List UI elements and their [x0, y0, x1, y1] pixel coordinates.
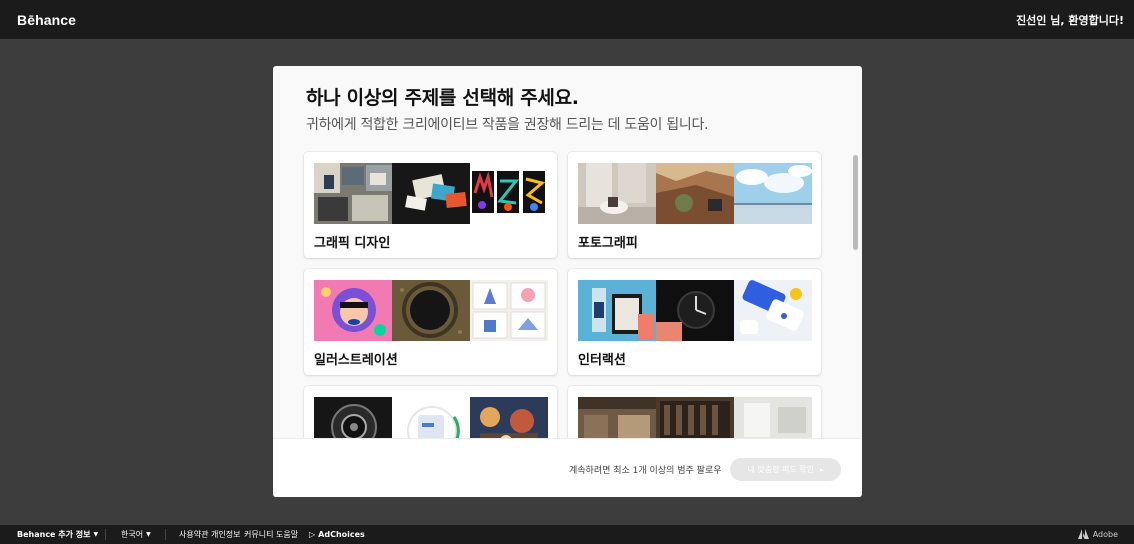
adchoices-label: AdChoices	[318, 530, 365, 539]
category-thumbnails	[578, 163, 812, 224]
thumbnail-image	[470, 397, 548, 438]
thumbnail-image	[734, 163, 812, 224]
adchoices-link[interactable]: ▷ AdChoices	[309, 530, 365, 539]
thumbnail-image	[656, 163, 734, 224]
thumbnail-image	[578, 280, 656, 341]
category-card-photography[interactable]: 포토그래피	[568, 152, 821, 258]
adchoices-icon: ▷	[309, 530, 316, 539]
thumbnail-image	[314, 280, 392, 341]
modal-subtitle: 귀하에게 적합한 크리에이티브 작품을 권장해 드리는 데 도움이 됩니다.	[306, 117, 709, 133]
top-navigation-bar: Bēhance 진선인 님, 환영합니다!	[0, 0, 1134, 39]
category-card[interactable]	[304, 386, 557, 438]
footer-divider	[165, 529, 166, 540]
thumbnail-image	[656, 397, 734, 438]
language-dropdown[interactable]: 한국어 ▼	[121, 529, 151, 540]
chevron-right-icon: ▸	[820, 465, 824, 474]
thumbnail-image	[314, 397, 392, 438]
thumbnail-image	[578, 163, 656, 224]
behance-logo[interactable]: Bēhance	[17, 12, 76, 28]
category-label: 일러스트레이션	[314, 353, 398, 368]
more-info-label: Behance 추가 정보	[17, 530, 91, 539]
modal-header: 하나 이상의 주제를 선택해 주세요. 귀하에게 적합한 크리에이티브 작품을 …	[306, 83, 708, 134]
category-card-illustration[interactable]: 일러스트레이션	[304, 269, 557, 375]
welcome-message: 진선인 님, 환영합니다!	[1016, 13, 1124, 27]
topic-selection-modal: 하나 이상의 주제를 선택해 주세요. 귀하에게 적합한 크리에이티브 작품을 …	[273, 66, 862, 497]
modal-scrollbar[interactable]	[853, 155, 858, 250]
category-card-graphic-design[interactable]: 그래픽 디자인	[304, 152, 557, 258]
thumbnail-image	[392, 280, 470, 341]
category-card-interaction[interactable]: 인터랙션	[568, 269, 821, 375]
thumbnail-image	[734, 280, 812, 341]
category-thumbnails	[314, 163, 548, 224]
category-label: 인터랙션	[578, 353, 626, 368]
view-feed-button-label: 내 맞춤형 피드 확인	[747, 465, 814, 474]
follow-requirement-text: 계속하려면 최소 1개 이상의 범주 팔로우	[569, 466, 722, 476]
caret-down-icon: ▼	[146, 531, 151, 538]
category-thumbnails	[578, 280, 812, 341]
category-thumbnails	[578, 397, 812, 438]
modal-title: 하나 이상의 주제를 선택해 주세요.	[306, 87, 579, 109]
thumbnail-image	[470, 280, 548, 341]
category-label: 포토그래피	[578, 236, 638, 251]
thumbnail-image	[578, 397, 656, 438]
site-footer: Behance 추가 정보 ▼ 한국어 ▼ 사용약관 개인정보 커뮤니티 도움말…	[0, 525, 1134, 544]
footer-link-privacy[interactable]: 개인정보	[211, 529, 240, 540]
adobe-label: Adobe	[1092, 529, 1118, 539]
footer-link-terms[interactable]: 사용약관	[179, 529, 208, 540]
more-info-dropdown[interactable]: Behance 추가 정보 ▼	[17, 529, 98, 540]
view-feed-button[interactable]: 내 맞춤형 피드 확인 ▸	[730, 458, 841, 481]
modal-footer: 계속하려면 최소 1개 이상의 범주 팔로우 내 맞춤형 피드 확인 ▸	[273, 438, 862, 497]
language-label: 한국어	[121, 530, 144, 539]
thumbnail-image	[314, 163, 392, 224]
category-card[interactable]	[568, 386, 821, 438]
category-thumbnails	[314, 280, 548, 341]
footer-link-help[interactable]: 도움말	[276, 529, 298, 540]
thumbnail-image	[392, 163, 470, 224]
category-thumbnails	[314, 397, 548, 438]
adobe-link[interactable]: Adobe	[1077, 529, 1118, 539]
footer-divider	[105, 529, 106, 540]
category-label: 그래픽 디자인	[314, 236, 391, 251]
thumbnail-image	[734, 397, 812, 438]
thumbnail-image	[656, 280, 734, 341]
caret-down-icon: ▼	[93, 531, 99, 538]
footer-link-community[interactable]: 커뮤니티	[244, 529, 273, 540]
thumbnail-image	[470, 163, 548, 224]
adobe-logo-icon	[1077, 529, 1089, 539]
category-grid: 그래픽 디자인 포토그래피 일러스트레이션 인터랙션	[273, 150, 862, 438]
thumbnail-image	[392, 397, 470, 438]
